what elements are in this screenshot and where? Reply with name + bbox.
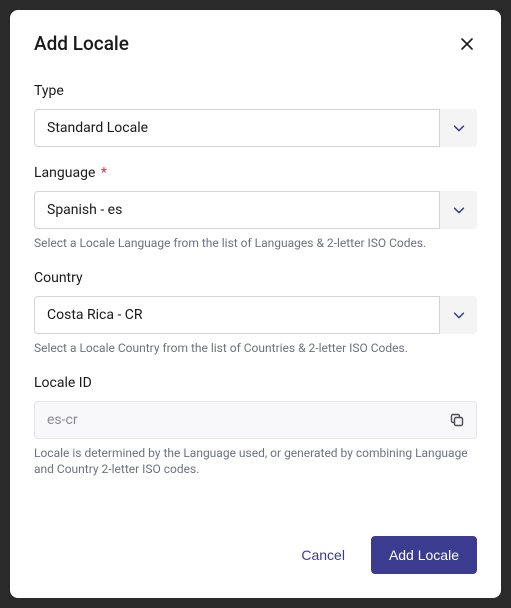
type-label: Type bbox=[34, 83, 477, 99]
type-select[interactable]: Standard Locale bbox=[34, 109, 477, 147]
copy-button[interactable] bbox=[447, 410, 467, 430]
close-button[interactable] bbox=[457, 34, 477, 54]
country-help: Select a Locale Country from the list of… bbox=[34, 340, 477, 357]
language-select[interactable]: Spanish - es bbox=[34, 191, 477, 229]
locale-id-input-wrap: es-cr bbox=[34, 401, 477, 439]
locale-id-input: es-cr bbox=[34, 401, 477, 439]
modal-footer: Cancel Add Locale bbox=[34, 536, 477, 574]
required-indicator: * bbox=[101, 165, 107, 181]
country-field: Country Costa Rica - CR Select a Locale … bbox=[34, 270, 477, 357]
cancel-button[interactable]: Cancel bbox=[293, 537, 353, 573]
country-select[interactable]: Costa Rica - CR bbox=[34, 296, 477, 334]
type-select-value: Standard Locale bbox=[34, 109, 477, 147]
add-locale-modal: Add Locale Type Standard Locale Language… bbox=[10, 10, 501, 598]
copy-icon bbox=[449, 412, 465, 428]
modal-header: Add Locale bbox=[34, 32, 477, 55]
locale-id-help: Locale is determined by the Language use… bbox=[34, 445, 477, 479]
locale-id-field: Locale ID es-cr Locale is determined by … bbox=[34, 375, 477, 479]
language-select-value: Spanish - es bbox=[34, 191, 477, 229]
country-select-value: Costa Rica - CR bbox=[34, 296, 477, 334]
type-field: Type Standard Locale bbox=[34, 83, 477, 147]
modal-title: Add Locale bbox=[34, 32, 129, 55]
add-locale-button[interactable]: Add Locale bbox=[371, 536, 477, 574]
language-label: Language * bbox=[34, 165, 477, 181]
language-field: Language * Spanish - es Select a Locale … bbox=[34, 165, 477, 252]
language-label-text: Language bbox=[34, 165, 95, 181]
country-label: Country bbox=[34, 270, 477, 286]
language-help: Select a Locale Language from the list o… bbox=[34, 235, 477, 252]
close-icon bbox=[459, 36, 475, 52]
locale-id-label: Locale ID bbox=[34, 375, 477, 391]
